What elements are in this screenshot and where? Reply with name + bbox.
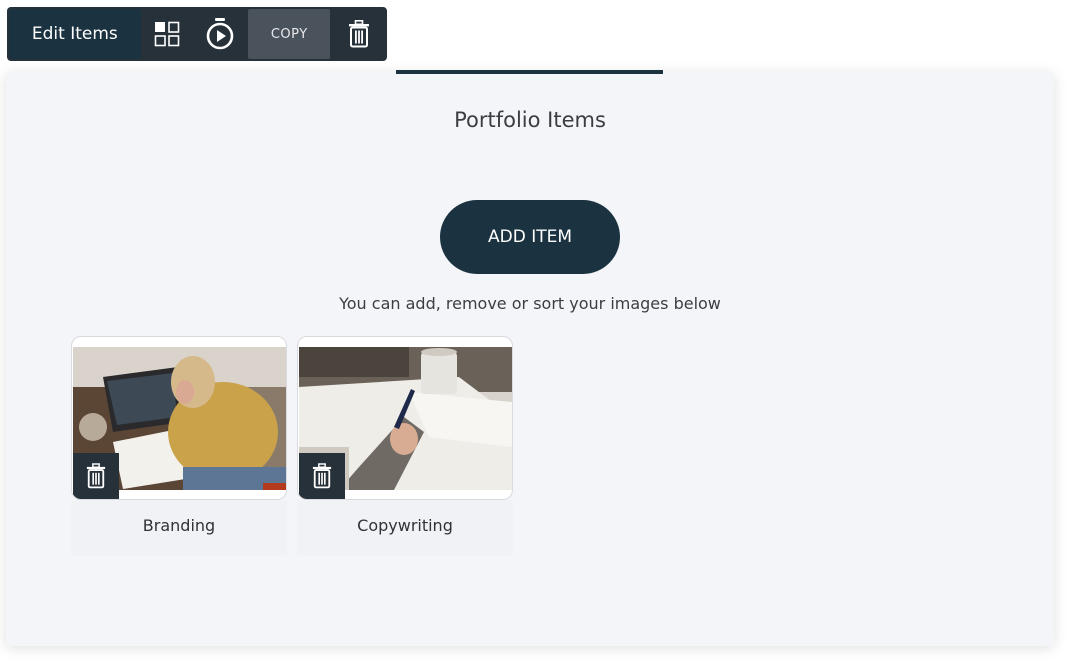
sort-hint-text: You can add, remove or sort your images … [339,294,721,313]
delete-item-button[interactable] [299,453,345,499]
copy-button[interactable]: COPY [248,9,331,59]
item-title: Branding [142,516,216,535]
trash-icon [312,463,332,489]
grid-layout-button[interactable] [141,9,194,59]
stopwatch-icon [206,18,234,50]
card-frame [297,336,513,500]
portfolio-item-card[interactable]: Copywriting [297,336,513,556]
toolbar-title[interactable]: Edit Items [9,9,141,59]
grid-layout-icon [154,21,180,47]
card-frame [71,336,287,500]
portfolio-items-panel: Portfolio Items ADD ITEM You can add, re… [6,70,1054,646]
delete-item-button[interactable] [73,453,119,499]
stopwatch-button[interactable] [194,9,247,59]
delete-section-button[interactable] [332,9,385,59]
add-item-button[interactable]: ADD ITEM [440,200,620,274]
trash-icon [348,20,369,48]
active-tab-indicator [396,70,663,74]
trash-icon [86,463,106,489]
editor-stage: Edit Items COPY Portfolio Items ADD ITEM… [0,0,1074,662]
edit-toolbar: Edit Items COPY [7,7,387,61]
portfolio-item-card[interactable]: Branding [71,336,287,556]
tab-portfolio-items[interactable]: Portfolio Items [6,108,1054,132]
item-title: Copywriting [357,516,453,535]
